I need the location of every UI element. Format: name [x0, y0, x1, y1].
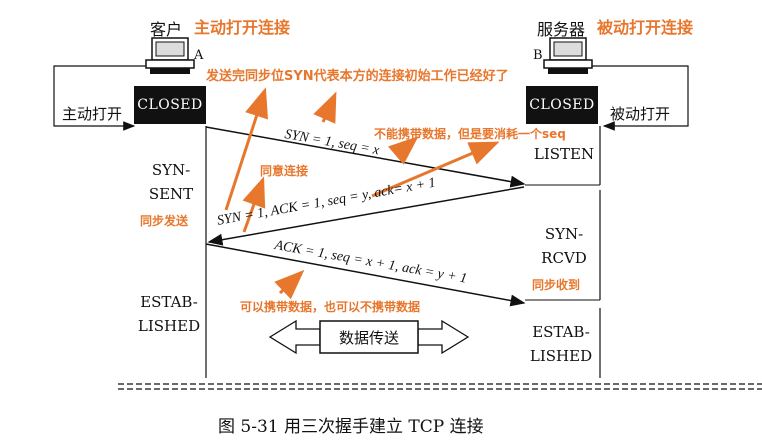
annot-arrow-ack-data — [274, 269, 305, 300]
annotation-ack-data: 可以携带数据，也可以不携带数据 — [240, 300, 421, 314]
active-open-label: 主动打开 — [62, 105, 123, 123]
client-closed-state: CLOSED — [134, 86, 206, 124]
client-id: A — [194, 48, 204, 63]
server-established-state: ESTAB- LISHED — [526, 320, 596, 368]
annotation-no-data: 不能携带数据，但是要消耗一个seq — [374, 127, 566, 141]
server-syn-rcvd-state: SYN- RCVD — [532, 222, 596, 270]
passive-open-label: 被动打开 — [610, 105, 671, 123]
annotation-sync-send: 同步发送 — [140, 214, 189, 228]
data-transfer-label: 数据传送 — [338, 329, 399, 347]
server-id: B — [533, 48, 543, 63]
client-note: 主动打开连接 — [194, 18, 291, 37]
client-established-line-2: LISHED — [137, 317, 201, 335]
syn-sent-line-1: SYN- — [151, 161, 191, 179]
server-established-line-2: LISHED — [529, 347, 593, 365]
tcp-handshake-diagram: 客户 主动打开连接 A 服务器 被动打开连接 B 主动打开 被动打开 CLOSE… — [0, 0, 762, 446]
client-label: 客户 — [150, 20, 183, 39]
syn-sent-line-2: SENT — [148, 185, 194, 203]
client-established-state: ESTAB- LISHED — [134, 290, 204, 338]
annotation-sync-recv: 同步收到 — [532, 278, 581, 292]
client-computer-icon — [145, 37, 195, 74]
server-note: 被动打开连接 — [597, 18, 694, 37]
figure-caption: 图 5-31 用三次握手建立 TCP 连接 — [218, 417, 484, 437]
server-listen-state: LISTEN — [533, 145, 595, 163]
server-closed-state: CLOSED — [526, 86, 598, 124]
annotation-syn-meaning: 发送完同步位SYN代表本方的连接初始工作已经好了 — [206, 69, 509, 84]
client-syn-sent-state: SYN- SENT — [140, 158, 202, 206]
annot-arrow-syn-meaning — [313, 91, 337, 124]
syn-rcvd-line-2: RCVD — [541, 249, 587, 267]
annotation-agree: 同意连接 — [260, 164, 309, 178]
server-computer-icon — [543, 37, 593, 74]
syn-rcvd-line-1: SYN- — [544, 225, 584, 243]
client-established-line-1: ESTAB- — [140, 293, 198, 311]
server-established-line-1: ESTAB- — [532, 323, 590, 341]
server-label: 服务器 — [537, 20, 586, 39]
